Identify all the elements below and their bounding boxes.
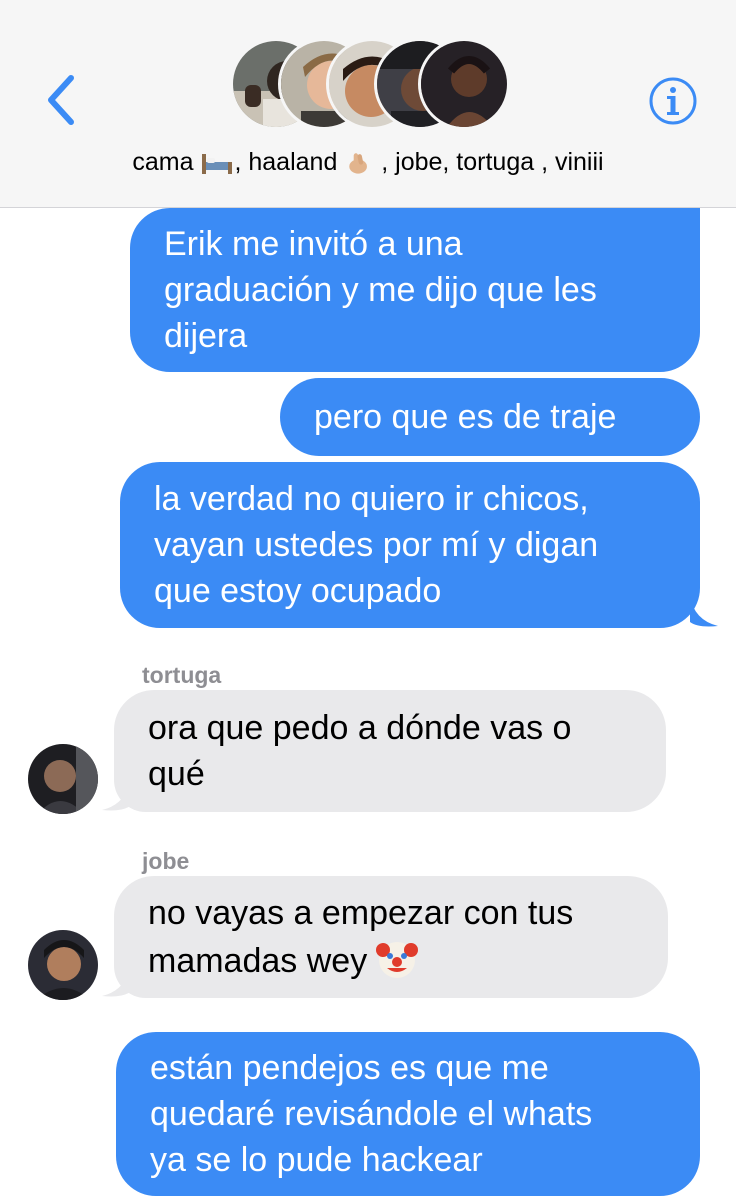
back-button[interactable]	[34, 70, 86, 130]
outgoing-message-bubble[interactable]: están pendejos es que me quedaré revisán…	[116, 1032, 700, 1196]
bubble-tail	[102, 780, 130, 811]
chevron-left-icon	[48, 75, 74, 125]
outgoing-message-bubble[interactable]: Erik me invitó a una graduación y me dij…	[130, 208, 700, 372]
message-text: pero que es de traje	[314, 398, 617, 436]
avatar[interactable]	[28, 930, 98, 1000]
bubble-tail	[102, 966, 130, 997]
bed-emoji	[202, 153, 233, 174]
avatar[interactable]	[28, 744, 98, 814]
outgoing-message-bubble[interactable]: la verdad no quiero ir chicos, vayan ust…	[120, 462, 700, 628]
group-title-part: , jobe, tortuga , viniii	[374, 148, 604, 176]
imessage-group-chat: cama , haaland , jobe, tortuga , viniii …	[0, 0, 736, 1200]
message-text: Erik me invitó a una graduación y me dij…	[164, 225, 597, 355]
group-title-part: cama	[132, 148, 201, 176]
message-text-content: no vayas a empezar con tus mamadas wey	[148, 894, 574, 980]
conversation-header: cama , haaland , jobe, tortuga , viniii	[0, 0, 736, 208]
group-title[interactable]: cama , haaland , jobe, tortuga , viniii	[0, 148, 736, 177]
group-title-part: , haaland	[234, 148, 345, 176]
sender-name: tortuga	[142, 662, 222, 688]
info-circle-icon	[649, 77, 697, 125]
message-text: la verdad no quiero ir chicos, vayan ust…	[154, 480, 599, 610]
clown-face-emoji	[376, 942, 419, 978]
message-text: están pendejos es que me quedaré revisán…	[150, 1049, 593, 1179]
message-text: ora que pedo a dónde vas o qué	[148, 709, 572, 793]
group-avatar-stack[interactable]	[230, 38, 510, 130]
outgoing-message-bubble[interactable]: pero que es de traje	[280, 378, 700, 456]
crossed-fingers-emoji	[349, 152, 368, 174]
incoming-message-bubble[interactable]: no vayas a empezar con tus mamadas wey	[114, 876, 668, 998]
incoming-message-bubble[interactable]: ora que pedo a dónde vas o qué	[114, 690, 666, 812]
message-text: no vayas a empezar con tus mamadas wey	[148, 890, 573, 984]
sender-name: jobe	[142, 848, 190, 874]
avatar	[418, 38, 510, 130]
bubble-tail	[690, 596, 718, 627]
info-button[interactable]	[648, 76, 698, 126]
